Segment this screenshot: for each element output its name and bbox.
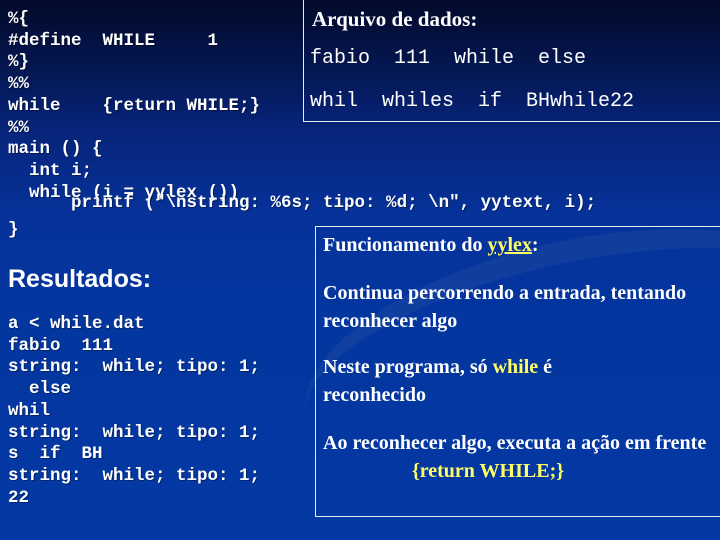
- yylex-explanation-box: Funcionamento do yylex: Continua percorr…: [315, 226, 720, 517]
- closing-brace: }: [8, 220, 19, 240]
- action-highlight: {return WHILE;}: [411, 460, 565, 482]
- p2-text: Neste programa, só: [323, 356, 493, 378]
- while-highlight: while: [492, 356, 539, 378]
- title-text: Funcionamento do: [323, 234, 488, 256]
- explanation-paragraph-2: Neste programa, só while é reconhecido: [323, 353, 643, 409]
- results-output: a < while.dat fabio 111 string: while; t…: [8, 314, 261, 508]
- p3-text: Ao reconhecer algo, executa a ação em fr…: [323, 432, 707, 454]
- explanation-paragraph-1: Continua percorrendo a entrada, tentando…: [323, 282, 687, 332]
- lex-source-code: %{ #define WHILE 1 %} %% while {return W…: [8, 9, 261, 203]
- data-file-title: Arquivo de dados:: [312, 7, 478, 31]
- data-file-line: fabio 111 while else: [310, 47, 587, 70]
- explanation-paragraph-3: Ao reconhecer algo, executa a ação em fr…: [323, 429, 720, 485]
- yylex-highlight: yylex: [487, 234, 532, 256]
- explanation-title: Funcionamento do yylex:: [323, 231, 539, 259]
- title-colon: :: [531, 234, 539, 256]
- results-heading: Resultados:: [8, 265, 152, 293]
- data-file-line: whil whiles if BHwhile22: [310, 90, 635, 113]
- data-file-box: Arquivo de dados: fabio 111 while else w…: [303, 0, 720, 122]
- printf-statement: printf ("\nstring: %6s; tipo: %d; \n", y…: [8, 193, 597, 213]
